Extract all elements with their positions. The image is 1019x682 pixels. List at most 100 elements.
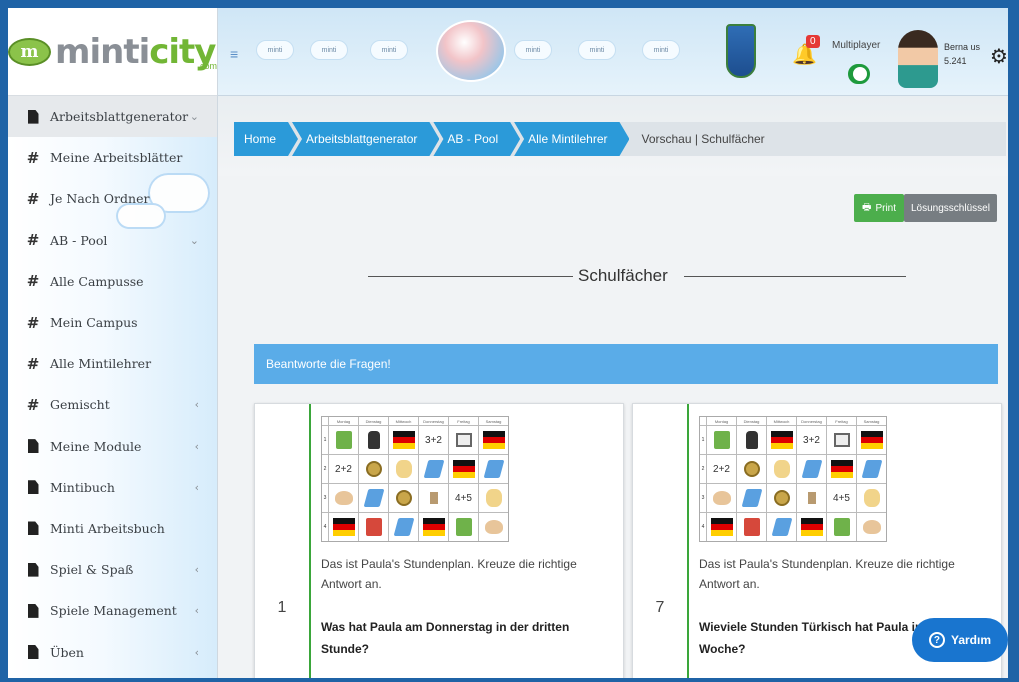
hash-icon: #	[26, 148, 40, 167]
cloud-icon: minti	[370, 40, 408, 60]
breadcrumb-ab-pool[interactable]: AB - Pool	[433, 122, 520, 156]
document-icon	[26, 521, 40, 536]
user-info[interactable]: Berna us 5.241	[944, 40, 980, 68]
top-bar: ≡ minti minti minti minti minti minti 🔔 …	[218, 8, 1008, 96]
schedule-day: Dienstag	[737, 417, 766, 425]
multiplayer-toggle[interactable]	[848, 64, 870, 84]
book-icon	[833, 518, 850, 536]
question-prompt: Was hat Paula am Donnerstag in der dritt…	[321, 620, 570, 656]
german-flag-icon	[830, 460, 853, 478]
gear-icon[interactable]: ⚙	[990, 44, 1008, 68]
math-icon: 2+2	[329, 455, 358, 483]
document-icon	[26, 109, 40, 124]
schedule-image[interactable]: Montag Dienstag Mittwoch Donnerstag Frei…	[699, 416, 887, 542]
schedule-day: Montag	[707, 417, 736, 425]
hamburger-menu-icon[interactable]: ≡	[230, 46, 238, 62]
sidebar-item-meine-arbeitsblaetter[interactable]: # Meine Arbeitsblätter	[8, 137, 217, 178]
sidebar-item-label: Gemischt	[50, 397, 110, 413]
math-icon: 4+5	[449, 484, 478, 512]
sidebar-item-gemischt[interactable]: # Gemischt ‹	[8, 384, 217, 425]
schedule-day: Freitag	[827, 417, 856, 425]
german-flag-icon	[710, 518, 733, 536]
notebook-icon	[801, 460, 822, 478]
question-text: Das ist Paula's Stundenplan. Kreuze die …	[321, 557, 577, 591]
logo-text-gray: minti	[55, 31, 150, 72]
schedule-image[interactable]: Montag Dienstag Mittwoch Donnerstag Frei…	[321, 416, 509, 542]
sidebar-item-spiele-management[interactable]: Spiele Management ‹	[8, 590, 217, 631]
book-icon	[713, 431, 730, 449]
math-icon: 2+2	[707, 455, 736, 483]
notebook-icon	[393, 518, 414, 536]
sidebar-item-alle-campusse[interactable]: # Alle Campusse	[8, 261, 217, 302]
user-name: Berna us	[944, 42, 981, 52]
figure-icon	[807, 492, 816, 504]
turkish-icon	[743, 518, 760, 536]
sidebar-menu: Arbeitsblattgenerator ⌄ # Meine Arbeitsb…	[8, 96, 217, 673]
sidebar-item-ab-pool[interactable]: # AB - Pool ⌄	[8, 220, 217, 261]
german-flag-icon	[392, 431, 415, 449]
schedule-day: Mittwoch	[767, 417, 796, 425]
shell-icon	[334, 491, 353, 505]
book-icon	[455, 518, 472, 536]
breadcrumb-home[interactable]: Home	[234, 122, 298, 156]
sport-icon	[773, 460, 790, 478]
schedule-day: Montag	[329, 417, 358, 425]
schedule-day: Donnerstag	[419, 417, 448, 425]
sidebar-item-mintibuch[interactable]: Mintibuch ‹	[8, 467, 217, 508]
sidebar-item-arbeitsblattgenerator[interactable]: Arbeitsblattgenerator ⌄	[8, 96, 217, 138]
print-button[interactable]: 🖶 Print	[854, 194, 905, 222]
german-flag-icon	[770, 431, 793, 449]
schedule-day: Dienstag	[359, 417, 388, 425]
chevron-down-icon: ⌄	[189, 110, 199, 124]
sidebar-item-minti-arbeitsbuch[interactable]: Minti Arbeitsbuch	[8, 508, 217, 549]
schedule-day: Donnerstag	[797, 417, 826, 425]
breadcrumb-arbeitsblattgenerator[interactable]: Arbeitsblattgenerator	[292, 122, 439, 156]
sidebar-item-label: Üben	[50, 644, 84, 660]
logo[interactable]: m minticity .com	[8, 8, 217, 96]
sidebar-item-label: Je Nach Ordner	[50, 191, 150, 207]
schedule-row-number: 2	[700, 455, 706, 483]
sidebar-item-alle-mintilehrer[interactable]: # Alle Mintilehrer	[8, 343, 217, 384]
document-icon	[26, 603, 40, 618]
main-content: Home Arbeitsblattgenerator AB - Pool All…	[218, 96, 1008, 678]
sport-icon	[863, 489, 880, 507]
book-icon	[335, 431, 352, 449]
coin-icon	[773, 490, 790, 506]
question-number-text: 1	[277, 599, 287, 616]
title-divider-left	[368, 276, 573, 277]
chevron-left-icon: ‹	[194, 604, 199, 618]
schedule-row-number: 4	[700, 513, 706, 541]
german-flag-icon	[800, 518, 823, 536]
schedule-row-number: 1	[700, 426, 706, 454]
sport-icon	[485, 489, 502, 507]
sidebar-item-label: Minti Arbeitsbuch	[50, 520, 165, 536]
sidebar: m minticity .com Arbeitsblattgenerator ⌄…	[8, 8, 218, 678]
cloud-icon: minti	[578, 40, 616, 60]
figure-icon	[429, 492, 438, 504]
notification-badge: 0	[806, 35, 820, 48]
notebook-icon	[363, 489, 384, 507]
help-button[interactable]: ? Yardım	[912, 618, 1008, 662]
breadcrumb-alle-mintilehrer[interactable]: Alle Mintilehrer	[514, 122, 629, 156]
answer-key-button[interactable]: Lösungsschlüssel	[904, 194, 997, 222]
coin-icon	[365, 461, 382, 477]
sidebar-item-meine-module[interactable]: Meine Module ‹	[8, 426, 217, 467]
sidebar-item-mein-campus[interactable]: # Mein Campus	[8, 302, 217, 343]
math-icon: 3+2	[797, 426, 826, 454]
avatar[interactable]	[898, 30, 938, 88]
math-icon: 4+5	[827, 484, 856, 512]
globe-icon[interactable]	[436, 20, 506, 82]
sidebar-item-je-nach-ordner[interactable]: # Je Nach Ordner	[8, 178, 217, 219]
school-crest-icon[interactable]	[726, 24, 756, 78]
notebook-icon	[771, 518, 792, 536]
sport-icon	[395, 460, 412, 478]
title-divider-right	[684, 276, 906, 277]
schedule-row-number: 3	[322, 484, 328, 512]
notebook-icon	[423, 460, 444, 478]
turkish-icon	[365, 518, 382, 536]
page-title: Schulfächer	[578, 266, 668, 285]
breadcrumb-current: Vorschau | Schulfächer	[641, 132, 765, 146]
sidebar-item-spiel-spass[interactable]: Spiel & Spaß ‹	[8, 549, 217, 590]
sidebar-item-ueben[interactable]: Üben ‹	[8, 631, 217, 672]
german-flag-icon	[860, 431, 883, 449]
